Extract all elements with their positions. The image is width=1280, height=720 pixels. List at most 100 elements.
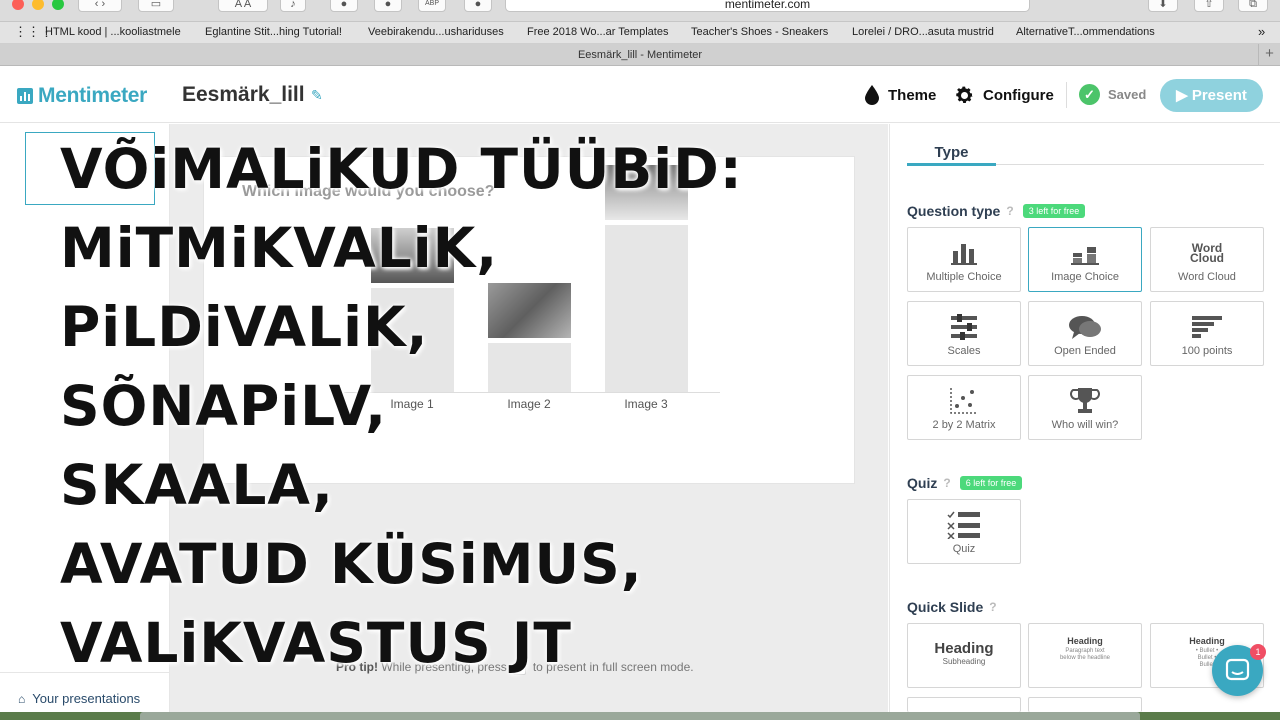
- bookmark-item[interactable]: Lorelei / DRO...asuta mustrid: [852, 26, 994, 38]
- pocket-icon[interactable]: ●: [374, 0, 402, 12]
- quick-slide-paragraph[interactable]: Heading Paragraph text below the headlin…: [1028, 623, 1142, 688]
- card-label: Scales: [947, 345, 981, 357]
- free-left-badge: 3 left for free: [1022, 204, 1086, 218]
- back-forward-buttons[interactable]: ‹ ›: [78, 0, 122, 12]
- quick-slide-subtext: Subheading: [942, 657, 986, 666]
- app-header: Mentimeter Eesmärk_lill ✎ Theme Configur…: [0, 67, 1280, 123]
- sidebar-toggle-icon[interactable]: ▭: [138, 0, 174, 12]
- share-icon[interactable]: ⇧: [1194, 0, 1224, 12]
- section-label: Quiz: [907, 475, 938, 491]
- bookmark-item[interactable]: Veebirakendu...ushariduses: [368, 26, 504, 38]
- bookmark-item[interactable]: Teacher's Shoes - Sneakers: [691, 26, 828, 38]
- word-cloud-icon-text: Word Cloud: [1190, 241, 1224, 265]
- home-icon: ⌂: [18, 691, 26, 706]
- your-presentations-label: Your presentations: [32, 691, 141, 706]
- downloads-icon[interactable]: ⬇: [1148, 0, 1178, 12]
- card-label: Word Cloud: [1178, 271, 1236, 283]
- droplet-icon: [865, 85, 879, 105]
- adblock-icon[interactable]: ABP: [418, 0, 446, 12]
- logo-text: Mentimeter: [38, 84, 148, 107]
- caption-line: MiTMiKVALiK,: [60, 216, 499, 280]
- bookmark-item[interactable]: HTML kood | ...kooliastmele: [45, 26, 181, 38]
- help-icon[interactable]: ?: [943, 476, 950, 490]
- card-label: Open Ended: [1054, 345, 1116, 357]
- quick-slide-heading-text: Heading: [1067, 636, 1103, 646]
- saved-status: ✓ Saved: [1079, 84, 1146, 105]
- card-label: Multiple Choice: [926, 271, 1002, 283]
- font-larger-button[interactable]: A: [244, 0, 251, 10]
- extension-icon[interactable]: ♪: [280, 0, 306, 12]
- active-tab-title[interactable]: Eesmärk_lill - Mentimeter: [578, 49, 702, 61]
- card-label: Image Choice: [1051, 271, 1119, 283]
- caption-line: SKAALA,: [60, 453, 334, 517]
- word-cloud-icon: Word Cloud: [1151, 238, 1263, 268]
- question-type-scales[interactable]: Scales: [907, 301, 1021, 366]
- theme-button[interactable]: Theme: [864, 85, 936, 105]
- configure-button[interactable]: Configure: [954, 85, 1054, 106]
- checklist-icon: [908, 510, 1020, 540]
- question-type-multiple-choice[interactable]: Multiple Choice: [907, 227, 1021, 292]
- more-bookmarks-icon[interactable]: »: [1258, 24, 1265, 39]
- tab-bar: Eesmärk_lill - Mentimeter +: [0, 44, 1280, 66]
- font-size-buttons[interactable]: A A: [218, 0, 268, 12]
- bar-chart-icon: [908, 238, 1020, 268]
- maximize-window-icon[interactable]: [52, 0, 64, 10]
- minimize-window-icon[interactable]: [32, 0, 44, 10]
- question-type-100-points[interactable]: 100 points: [1150, 301, 1264, 366]
- question-type-who-will-win[interactable]: Who will win?: [1028, 375, 1142, 440]
- logo-icon: [17, 88, 33, 104]
- header-divider: [1066, 82, 1067, 108]
- card-label: 2 by 2 Matrix: [932, 419, 996, 431]
- question-type-2-by-2-matrix[interactable]: 2 by 2 Matrix: [907, 375, 1021, 440]
- present-label: Present: [1191, 87, 1247, 104]
- help-icon[interactable]: ?: [989, 600, 996, 614]
- settings-panel: Type Question type ? 3 left for free Mul…: [889, 124, 1280, 712]
- notification-badge: 1: [1250, 644, 1266, 660]
- font-smaller-button[interactable]: A: [235, 0, 242, 10]
- dock: [140, 712, 1140, 720]
- bookmark-item[interactable]: Free 2018 Wo...ar Templates: [527, 26, 668, 38]
- bookmark-item[interactable]: AlternativeT...ommendations: [1016, 26, 1155, 38]
- shield-icon[interactable]: ●: [330, 0, 358, 12]
- mentimeter-logo[interactable]: Mentimeter: [17, 84, 147, 108]
- quick-slide-more[interactable]: [907, 697, 1021, 712]
- quiz-title: Quiz ? 6 left for free: [907, 475, 1023, 491]
- bookmark-item[interactable]: Eglantine Stit...hing Tutorial!: [205, 26, 342, 38]
- browser-toolbar: ‹ › ▭ A A ♪ ● ● ABP ● mentimeter.com ⬇ ⇧…: [0, 0, 1280, 22]
- quick-slide-subtext: Paragraph text below the headline: [1059, 648, 1111, 661]
- trophy-icon: [1029, 386, 1141, 416]
- question-type-open-ended[interactable]: Open Ended: [1028, 301, 1142, 366]
- tab-type[interactable]: Type: [907, 144, 996, 161]
- active-tab-indicator: [907, 163, 996, 166]
- address-bar[interactable]: mentimeter.com: [505, 0, 1030, 12]
- free-left-badge: 6 left for free: [959, 476, 1023, 490]
- question-type-word-cloud[interactable]: Word Cloud Word Cloud: [1150, 227, 1264, 292]
- caption-line: AVATUD KÜSiMUS,: [60, 532, 643, 596]
- presentation-title[interactable]: Eesmärk_lill: [182, 83, 305, 107]
- card-label: Quiz: [952, 543, 976, 555]
- caption-overlay: VÕiMALiKUD TÜÜBiD: MiTMiKVALiK, PiLDiVAL…: [60, 130, 743, 683]
- new-tab-button[interactable]: +: [1258, 44, 1280, 65]
- globe-icon[interactable]: ●: [464, 0, 492, 12]
- quick-slide-more[interactable]: [1028, 697, 1142, 712]
- tabs-overview-icon[interactable]: ⧉: [1238, 0, 1268, 12]
- section-label: Quick Slide: [907, 599, 984, 615]
- bookmarks-bar: ⋮⋮⋮ HTML kood | ...kooliastmele Eglantin…: [0, 22, 1280, 44]
- image-bars-icon: [1029, 238, 1141, 268]
- question-type-image-choice[interactable]: Image Choice: [1028, 227, 1142, 292]
- horizontal-bars-icon: [1151, 312, 1263, 342]
- quiz-card[interactable]: Quiz: [907, 499, 1021, 564]
- quick-slide-heading[interactable]: Heading Subheading: [907, 623, 1021, 688]
- caption-line: PiLDiVALiK,: [60, 295, 429, 359]
- theme-label: Theme: [888, 86, 937, 104]
- saved-label: Saved: [1108, 87, 1147, 102]
- question-type-title: Question type ? 3 left for free: [907, 203, 1086, 219]
- speech-bubbles-icon: [1029, 312, 1141, 342]
- help-icon[interactable]: ?: [1006, 204, 1013, 218]
- edit-pencil-icon[interactable]: ✎: [311, 87, 323, 104]
- present-button[interactable]: ▶ Present: [1160, 79, 1263, 112]
- gear-icon: [956, 86, 973, 104]
- play-icon: ▶: [1176, 87, 1188, 104]
- url-text: mentimeter.com: [724, 0, 811, 11]
- close-window-icon[interactable]: [12, 0, 24, 10]
